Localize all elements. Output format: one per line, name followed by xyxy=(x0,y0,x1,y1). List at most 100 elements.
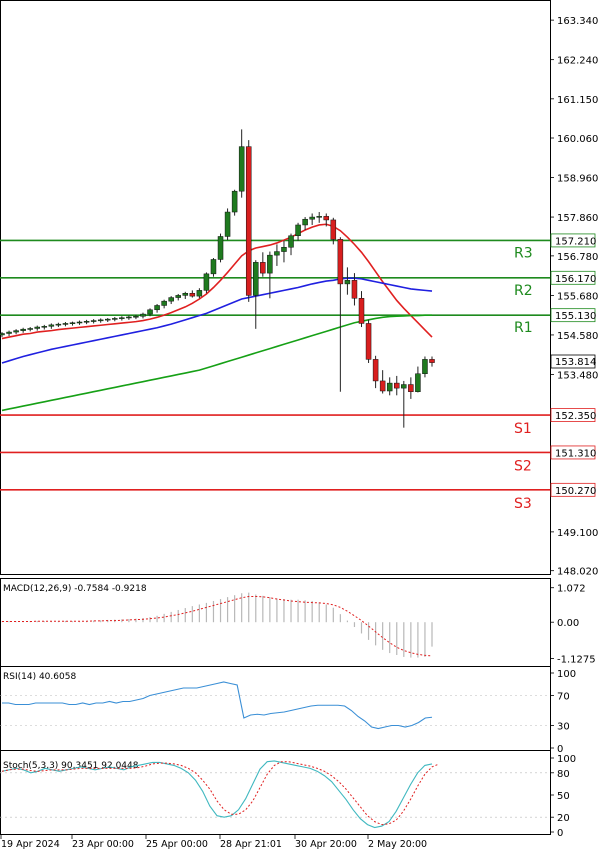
candle-body xyxy=(337,239,344,285)
candle-body xyxy=(344,280,351,285)
candle-body xyxy=(358,298,365,324)
time-tick-label: 23 Apr 00:00 xyxy=(72,839,134,850)
stoch-tick-label: 50 xyxy=(557,791,570,802)
candle-body xyxy=(182,293,189,296)
rsi-tick-label: 70 xyxy=(557,692,570,703)
candle-body xyxy=(13,330,19,333)
candle-body xyxy=(224,211,231,237)
candle-body xyxy=(48,324,55,327)
candle-body xyxy=(238,146,245,192)
rsi-tick-label: 30 xyxy=(557,722,570,733)
candle-body xyxy=(281,247,287,252)
candle-body xyxy=(372,359,379,382)
price-tick-label: 153.480 xyxy=(557,370,598,381)
candle-body xyxy=(379,380,386,392)
level-price-label: 150.270 xyxy=(555,486,596,497)
candle-body xyxy=(260,262,266,274)
candle-body xyxy=(20,328,26,331)
candle-body xyxy=(154,305,160,311)
candle-body xyxy=(34,326,40,329)
candle-body xyxy=(41,326,48,328)
macd-tick-label: 0.00 xyxy=(557,618,579,629)
macd-title: MACD(12,26,9) -0.7584 -0.9218 xyxy=(3,584,147,594)
stoch-axis: 100 80 50 20 0 xyxy=(550,754,576,839)
candle-body xyxy=(274,251,280,256)
candle-body xyxy=(394,382,400,389)
stoch-tick-label: 80 xyxy=(557,769,570,780)
rsi-tick-label: 100 xyxy=(557,669,576,680)
chart-canvas: 163.340 162.240 161.150 160.060 158.960 157.8… xyxy=(0,0,598,850)
rsi-panel-frame xyxy=(0,666,551,751)
level-label-s3: S3 xyxy=(514,496,532,512)
candle-body xyxy=(196,290,203,297)
level-price-label: 156.170 xyxy=(555,274,596,285)
price-tick-label: 149.100 xyxy=(557,528,598,539)
candle-body xyxy=(161,300,167,306)
candle-body xyxy=(316,216,322,218)
candle-body xyxy=(203,273,210,291)
candle-body xyxy=(112,318,118,320)
candle-body xyxy=(351,280,358,299)
candle-body xyxy=(69,322,76,324)
price-panel-frame xyxy=(0,0,551,575)
price-tick-label: 154.580 xyxy=(557,331,598,342)
candle-body xyxy=(140,313,146,317)
candle-body xyxy=(168,297,174,302)
price-tick-label: 163.340 xyxy=(557,16,598,27)
candle-body xyxy=(97,319,104,322)
rsi-title: RSI(14) 40.6058 xyxy=(3,672,76,682)
candle-body xyxy=(55,323,62,326)
candle-body xyxy=(83,321,90,323)
level-price-label: 157.210 xyxy=(555,236,596,247)
candle-body xyxy=(27,328,33,330)
candle-body xyxy=(147,309,153,315)
candle-body xyxy=(422,359,428,374)
candle-body xyxy=(62,323,69,325)
candle-body xyxy=(76,321,83,324)
candle-body xyxy=(429,359,435,363)
candle-body xyxy=(217,236,224,260)
price-tick-label: 155.680 xyxy=(557,291,598,302)
level-price-label: 152.350 xyxy=(555,411,596,422)
candle-body xyxy=(415,373,421,392)
time-tick-label: 30 Apr 20:00 xyxy=(295,839,357,850)
candle-body xyxy=(0,333,5,336)
level-label-r2: R2 xyxy=(514,283,533,299)
candle-body xyxy=(189,293,196,297)
time-tick-label: 25 Apr 00:00 xyxy=(146,839,208,850)
candle-body xyxy=(386,382,393,392)
pivot-levels: 157.210 R3 156.170 R2 155.130 R1 152.350 S1 151.… xyxy=(0,233,596,512)
candle-body xyxy=(90,320,97,322)
level-price-label: 155.130 xyxy=(555,311,596,322)
rsi-plot xyxy=(0,681,550,730)
candle-body xyxy=(267,254,273,274)
price-tick-label: 161.150 xyxy=(557,95,598,106)
rsi-axis: 10070300 xyxy=(550,669,576,755)
price-tick-label: 158.960 xyxy=(557,174,598,185)
candle-body xyxy=(253,262,259,296)
level-label-s1: S1 xyxy=(514,421,532,437)
moving-averages xyxy=(1,223,433,412)
candle-body xyxy=(6,331,12,334)
candle-body xyxy=(126,316,132,319)
candle-body xyxy=(133,316,139,318)
price-tick-label: 157.860 xyxy=(557,213,598,224)
time-tick-label: 19 Apr 2024 xyxy=(1,839,60,850)
candle-body xyxy=(288,235,294,248)
stoch-signal-line xyxy=(1,761,440,826)
stoch-tick-label: 20 xyxy=(557,813,570,824)
candle-body xyxy=(302,218,308,226)
time-axis: 19 Apr 2024 23 Apr 00:00 25 Apr 00:00 28 Ap… xyxy=(0,835,427,850)
candle-body xyxy=(104,318,111,321)
price-tick-label: 148.020 xyxy=(557,567,598,578)
candle-body xyxy=(401,384,407,389)
current-price-label: 153.814 xyxy=(555,357,596,368)
stoch-tick-label: 100 xyxy=(557,754,576,765)
candle-body xyxy=(119,317,125,319)
candle-body xyxy=(309,216,315,220)
candle-body xyxy=(408,384,414,392)
ma_red-line xyxy=(1,223,433,340)
time-tick-label: 2 May 20:00 xyxy=(368,839,427,850)
macd-plot xyxy=(1,592,433,658)
candle-body xyxy=(365,323,372,360)
